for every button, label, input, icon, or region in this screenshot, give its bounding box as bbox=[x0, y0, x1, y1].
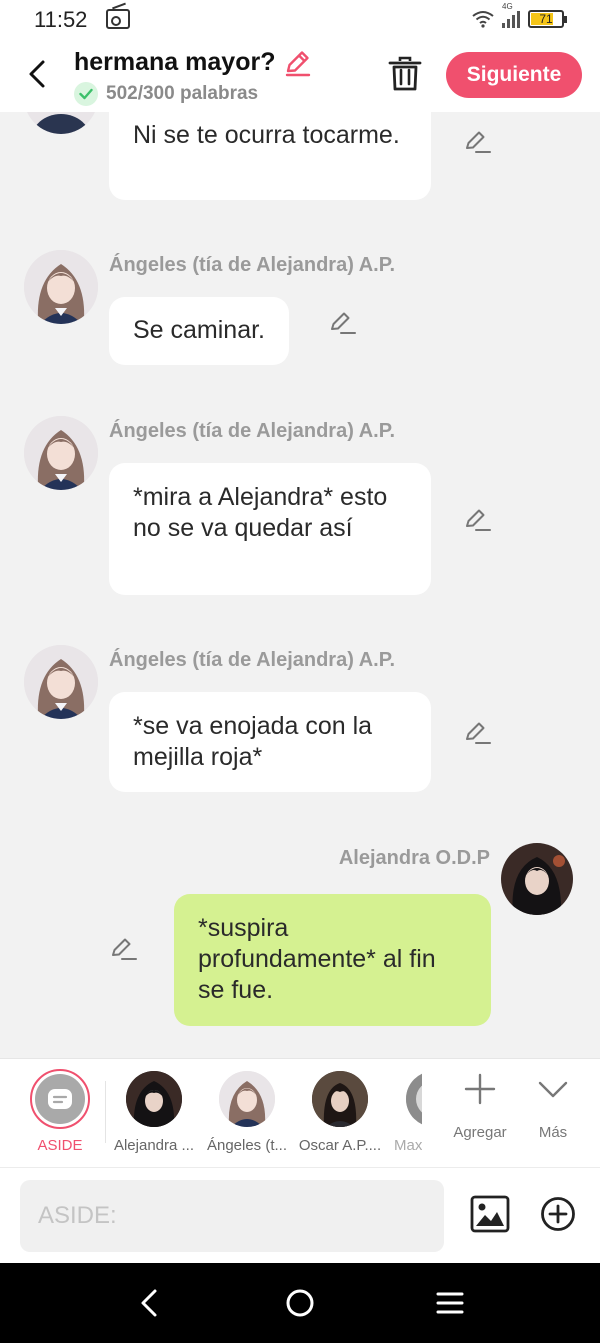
status-time: 11:52 bbox=[34, 7, 88, 32]
avatar-angeles[interactable] bbox=[24, 112, 98, 134]
nav-menu-icon[interactable] bbox=[432, 1285, 468, 1321]
page-title: hermana mayor? bbox=[74, 48, 276, 76]
add-character-button[interactable]: Agregar bbox=[445, 1073, 515, 1141]
character-name: Alejandra ... bbox=[113, 1137, 195, 1154]
character-oscar[interactable]: Oscar A.P.... bbox=[294, 1071, 386, 1154]
back-button[interactable] bbox=[22, 56, 52, 92]
character-name: Ángeles (t... bbox=[206, 1137, 288, 1154]
message-text: Ni se te ocurra tocarme. bbox=[133, 121, 400, 149]
sender-name: Alejandra O.D.P bbox=[338, 847, 490, 869]
avatar-angeles bbox=[219, 1071, 275, 1127]
battery-icon: 71 bbox=[528, 10, 567, 28]
image-icon[interactable] bbox=[470, 1195, 510, 1233]
check-icon bbox=[74, 82, 98, 106]
next-button[interactable]: Siguiente bbox=[446, 52, 582, 98]
message-text: Se caminar. bbox=[133, 316, 266, 344]
message-bubble[interactable]: *se va enojada con la mejilla roja* bbox=[109, 692, 431, 792]
aside-avatar bbox=[30, 1069, 90, 1129]
aside-icon bbox=[48, 1089, 72, 1109]
more-button[interactable]: Más bbox=[518, 1073, 588, 1141]
system-nav-bar bbox=[0, 1263, 600, 1343]
battery-level: 71 bbox=[539, 12, 553, 26]
message-text: *mira a Alejandra* esto no se va quedar … bbox=[133, 483, 388, 542]
word-counter: 502/300 palabras bbox=[74, 82, 258, 106]
character-alejandra[interactable]: Alejandra ... bbox=[108, 1071, 200, 1154]
message-bubble[interactable]: Se caminar. bbox=[109, 297, 290, 365]
nav-home-icon[interactable] bbox=[282, 1285, 318, 1321]
message-bubble[interactable]: Ni se te ocurra tocarme. bbox=[109, 112, 431, 200]
radio-icon bbox=[106, 9, 130, 29]
chat-messages[interactable]: Ni se te ocurra tocarme. Ángeles (tía de… bbox=[0, 112, 600, 1058]
avatar-oscar bbox=[312, 1071, 368, 1127]
status-bar: 11:52 4G 71 bbox=[0, 0, 600, 40]
edit-message-icon[interactable] bbox=[329, 310, 357, 336]
edit-message-icon[interactable] bbox=[110, 936, 138, 962]
plus-icon bbox=[464, 1073, 496, 1105]
edit-message-icon[interactable] bbox=[464, 129, 492, 155]
edit-message-icon[interactable] bbox=[464, 507, 492, 533]
avatar-angeles[interactable] bbox=[24, 250, 98, 324]
message-input[interactable] bbox=[20, 1180, 444, 1252]
message-bubble[interactable]: *mira a Alejandra* esto no se va quedar … bbox=[109, 463, 431, 595]
character-name: ASIDE bbox=[37, 1137, 83, 1154]
divider bbox=[105, 1081, 106, 1143]
add-label: Agregar bbox=[453, 1124, 507, 1141]
message-text: *suspira profundamente* al fin se fue. bbox=[198, 914, 436, 1004]
character-selector: ASIDE Alejandra ... Ángeles (t... Oscar … bbox=[0, 1058, 600, 1167]
more-label: Más bbox=[538, 1124, 568, 1141]
sender-name: Ángeles (tía de Alejandra) A.P. bbox=[109, 649, 396, 671]
edit-title-icon[interactable] bbox=[283, 49, 311, 77]
nav-back-icon[interactable] bbox=[132, 1285, 168, 1321]
character-max[interactable]: Max bbox=[380, 1071, 422, 1154]
signal-icon: 4G bbox=[502, 2, 520, 28]
avatar-max bbox=[406, 1071, 422, 1127]
message-text: *se va enojada con la mejilla roja* bbox=[133, 712, 373, 771]
character-name: Oscar A.P.... bbox=[298, 1137, 382, 1154]
status-indicators: 4G 71 bbox=[472, 2, 567, 28]
sender-name: Ángeles (tía de Alejandra) A.P. bbox=[109, 254, 396, 276]
title-row: hermana mayor? bbox=[74, 48, 311, 77]
message-bubble-mine[interactable]: *suspira profundamente* al fin se fue. bbox=[174, 894, 491, 1026]
trash-icon[interactable] bbox=[388, 56, 422, 92]
word-count: 502/300 palabras bbox=[106, 83, 259, 104]
avatar-alejandra[interactable] bbox=[501, 843, 573, 915]
character-name: Max bbox=[394, 1137, 422, 1154]
input-bar bbox=[0, 1167, 600, 1263]
chevron-down-icon bbox=[538, 1081, 568, 1098]
avatar-angeles[interactable] bbox=[24, 416, 98, 490]
avatar-alejandra bbox=[126, 1071, 182, 1127]
character-aside[interactable]: ASIDE bbox=[14, 1069, 106, 1154]
sender-name: Ángeles (tía de Alejandra) A.P. bbox=[109, 420, 396, 442]
edit-message-icon[interactable] bbox=[464, 720, 492, 746]
character-angeles[interactable]: Ángeles (t... bbox=[201, 1071, 293, 1154]
avatar-angeles[interactable] bbox=[24, 645, 98, 719]
wifi-icon bbox=[472, 11, 494, 28]
chat-header: hermana mayor? 502/300 palabras Siguient… bbox=[0, 40, 600, 112]
chevron-left-icon bbox=[29, 60, 45, 88]
network-label: 4G bbox=[502, 2, 513, 11]
add-circle-icon[interactable] bbox=[540, 1196, 576, 1232]
